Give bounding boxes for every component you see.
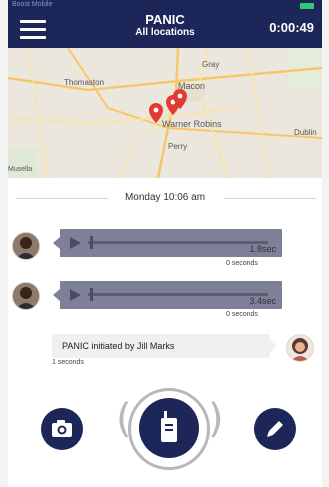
audio-duration: 1.8sec [249,244,276,254]
audio-message[interactable]: 1.8sec [53,229,282,257]
message-elapsed: 0 seconds [226,260,258,267]
battery-icon [300,3,314,9]
map-label: Musella [8,166,33,173]
ptt-decoration: ) [208,396,224,442]
text-message: PANIC initiated by Jill Marks [52,334,277,358]
elapsed-timer: 0:00:49 [269,20,314,35]
map-label: Dublin [294,128,317,137]
message-text: PANIC initiated by Jill Marks [62,341,175,351]
message-elapsed: 1 seconds [52,359,84,366]
app-screen: Boost Mobile PANIC All locations 0:00:49 [8,0,322,487]
avatar [12,232,40,260]
audio-scrub-handle[interactable] [90,288,93,301]
audio-scrub-handle[interactable] [90,236,93,249]
audio-message[interactable]: 3.4sec [53,281,282,309]
person-icon [13,283,39,309]
map-label: Perry [168,142,188,151]
person-icon [287,335,313,361]
carrier-label: Boost Mobile [12,1,53,8]
compose-button[interactable] [254,408,296,450]
walkie-talkie-icon [161,411,177,442]
location-map[interactable]: Gray Thomaston Macon Warner Robins Perry… [8,48,322,178]
push-to-talk-button[interactable] [139,398,199,458]
map-label: Thomaston [64,78,105,87]
top-bar: Boost Mobile PANIC All locations 0:00:49 [8,0,322,48]
play-icon[interactable] [70,289,81,301]
play-icon[interactable] [70,237,81,249]
avatar [12,282,40,310]
audio-duration: 3.4sec [249,296,276,306]
camera-icon [52,420,72,437]
audio-progress-track[interactable] [88,293,268,296]
map-label: Macon [178,81,206,91]
pencil-icon [267,421,283,437]
person-icon [13,233,39,259]
map-label: Warner Robins [162,119,222,129]
map-roads [8,48,322,178]
message-elapsed: 0 seconds [226,311,258,318]
audio-progress-track[interactable] [88,241,268,244]
avatar [286,334,314,362]
camera-button[interactable] [41,408,83,450]
date-separator: Monday 10:06 am [124,192,206,203]
map-pin-icon[interactable] [149,103,163,123]
map-label: Gray [202,60,220,69]
